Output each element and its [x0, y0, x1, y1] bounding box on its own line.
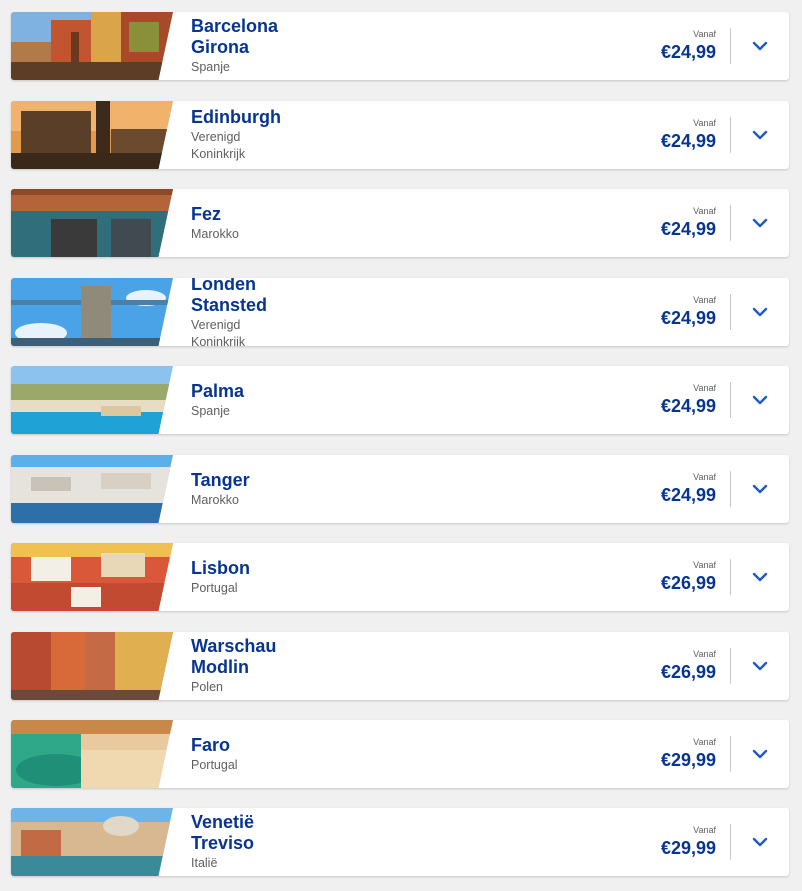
- country-name: Verenigd: [191, 130, 241, 144]
- destination-card-tanger[interactable]: Tanger Marokko Vanaf €24,99: [11, 455, 789, 523]
- chevron-down-icon: [752, 307, 768, 317]
- price: €29,99: [660, 750, 716, 770]
- expand-button[interactable]: [745, 562, 775, 592]
- price: €29,99: [660, 838, 716, 858]
- expand-button[interactable]: [745, 208, 775, 238]
- price: €24,99: [660, 42, 716, 62]
- destination-photo-edinburgh: [11, 101, 173, 169]
- destination-card-edinburgh[interactable]: Edinburgh Verenigd Koninkrijk Vanaf €24,…: [11, 101, 789, 169]
- divider: [730, 648, 731, 684]
- destination-photo-tanger: [11, 455, 173, 523]
- country-name: Spanje: [191, 60, 230, 74]
- price-from-label: Vanaf: [693, 383, 716, 393]
- chevron-down-icon: [752, 218, 768, 228]
- price-from-label: Vanaf: [693, 560, 716, 570]
- destination-card-venetie-treviso[interactable]: Venetië Treviso Italië Vanaf €29,99: [11, 808, 789, 876]
- expand-button[interactable]: [745, 827, 775, 857]
- destination-photo-venetie: [11, 808, 173, 876]
- divider: [730, 471, 731, 507]
- chevron-down-icon: [752, 837, 768, 847]
- price-from-label: Vanaf: [693, 649, 716, 659]
- destination-photo-barcelona: [11, 12, 173, 80]
- city-name: Girona: [191, 37, 250, 57]
- country-name: Koninkrijk: [191, 147, 246, 161]
- price-from-label: Vanaf: [693, 118, 716, 128]
- destination-card-faro[interactable]: Faro Portugal Vanaf €29,99: [11, 720, 789, 788]
- price-from-label: Vanaf: [693, 825, 716, 835]
- city-name: Treviso: [191, 833, 255, 853]
- divider: [730, 382, 731, 418]
- divider: [730, 736, 731, 772]
- country-name: Marokko: [191, 492, 239, 507]
- country-name: Verenigd: [191, 317, 241, 332]
- city-name: Tanger: [191, 469, 250, 490]
- destination-list: Barcelona Girona Spanje Vanaf €24,99 Edi: [0, 0, 802, 891]
- price-from-label: Vanaf: [693, 472, 716, 482]
- price: €24,99: [660, 485, 716, 505]
- city-name: Londen: [191, 278, 256, 294]
- divider: [730, 28, 731, 64]
- country-name: Marokko: [191, 226, 239, 241]
- city-name: Palma: [191, 380, 245, 401]
- expand-button[interactable]: [745, 739, 775, 769]
- chevron-down-icon: [752, 661, 768, 671]
- chevron-down-icon: [752, 130, 768, 140]
- country-name: Portugal: [191, 757, 238, 772]
- price-from-label: Vanaf: [693, 29, 716, 39]
- expand-button[interactable]: [745, 385, 775, 415]
- destination-photo-warschau: [11, 632, 173, 700]
- country-name: Portugal: [191, 580, 238, 595]
- price: €24,99: [660, 396, 716, 416]
- expand-button[interactable]: [745, 651, 775, 681]
- destination-card-londen-stansted[interactable]: Londen Stansted Verenigd Koninkrijk Vana…: [11, 278, 789, 346]
- expand-button[interactable]: [745, 297, 775, 327]
- price: €26,99: [660, 662, 716, 682]
- destination-card-palma[interactable]: Palma Spanje Vanaf €24,99: [11, 366, 789, 434]
- price-from-label: Vanaf: [693, 206, 716, 216]
- destination-photo-fez: [11, 189, 173, 257]
- chevron-down-icon: [752, 749, 768, 759]
- country-name: Spanje: [191, 403, 230, 418]
- price: €26,99: [660, 573, 716, 593]
- destination-photo-londen: [11, 278, 173, 346]
- price: €24,99: [660, 219, 716, 239]
- chevron-down-icon: [752, 572, 768, 582]
- city-name: Fez: [191, 203, 222, 224]
- divider: [730, 824, 731, 860]
- destination-photo-lisbon: [11, 543, 173, 611]
- country-name: Italië: [191, 856, 218, 870]
- city-name: Warschau: [191, 636, 277, 656]
- price-from-label: Vanaf: [693, 737, 716, 747]
- city-name: Stansted: [191, 294, 268, 315]
- destination-card-lisbon[interactable]: Lisbon Portugal Vanaf €26,99: [11, 543, 789, 611]
- divider: [730, 559, 731, 595]
- destination-card-barcelona-girona[interactable]: Barcelona Girona Spanje Vanaf €24,99: [11, 12, 789, 80]
- chevron-down-icon: [752, 484, 768, 494]
- city-name: Edinburgh: [191, 107, 281, 127]
- destination-card-warschau-modlin[interactable]: Warschau Modlin Polen Vanaf €26,99: [11, 632, 789, 700]
- expand-button[interactable]: [745, 31, 775, 61]
- destination-photo-faro: [11, 720, 173, 788]
- city-name: Lisbon: [191, 557, 250, 578]
- price: €24,99: [660, 308, 716, 328]
- expand-button[interactable]: [745, 120, 775, 150]
- price-from-label: Vanaf: [693, 295, 716, 305]
- city-name: Barcelona: [191, 16, 279, 36]
- country-name: Polen: [191, 680, 223, 694]
- city-name: Faro: [191, 734, 231, 755]
- destination-photo-palma: [11, 366, 173, 434]
- chevron-down-icon: [752, 41, 768, 51]
- price: €24,99: [660, 131, 716, 151]
- country-name: Koninkrijk: [191, 334, 246, 347]
- expand-button[interactable]: [745, 474, 775, 504]
- divider: [730, 117, 731, 153]
- city-name: Venetië: [191, 812, 255, 832]
- divider: [730, 294, 731, 330]
- city-name: Modlin: [191, 657, 249, 677]
- divider: [730, 205, 731, 241]
- chevron-down-icon: [752, 395, 768, 405]
- destination-card-fez[interactable]: Fez Marokko Vanaf €24,99: [11, 189, 789, 257]
